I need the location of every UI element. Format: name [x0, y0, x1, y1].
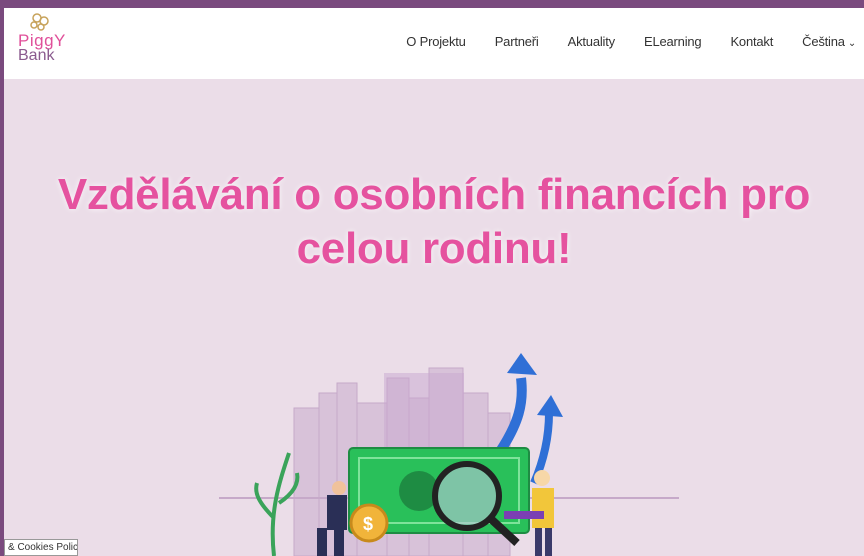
chevron-down-icon: ⌄: [847, 38, 856, 49]
main-nav: O Projektu Partneři Aktuality ELearning …: [377, 34, 856, 49]
logo-text-bank: Bank: [18, 47, 55, 64]
nav-item-elearning[interactable]: ELearning: [644, 34, 702, 49]
nav-item-aktuality[interactable]: Aktuality: [568, 34, 616, 49]
plant: [270, 452, 291, 556]
hero-title: Vzdělávání o osobních financích pro celo…: [57, 170, 811, 273]
nav-item-kontakt[interactable]: Kontakt: [730, 34, 773, 49]
svg-text:$: $: [363, 514, 373, 534]
language-selector[interactable]: Čeština ⌄: [802, 34, 856, 49]
nav-item-partneri[interactable]: Partneři: [495, 34, 539, 49]
piggy-bank-logo[interactable]: PiggY Bank: [16, 12, 76, 70]
arrow-head-1: [507, 353, 537, 375]
arrow-head-2: [537, 395, 563, 417]
page: PiggY Bank O Projektu Partneři Aktuality…: [4, 8, 864, 556]
language-label: Čeština: [802, 34, 845, 49]
header: PiggY Bank O Projektu Partneři Aktuality…: [4, 8, 864, 79]
finance-illustration: $: [219, 353, 679, 556]
nav-item-o-projektu[interactable]: O Projektu: [406, 34, 466, 49]
cookie-policy-link[interactable]: & Cookies Policy: [4, 539, 78, 556]
magnifier-icon: [432, 461, 502, 531]
